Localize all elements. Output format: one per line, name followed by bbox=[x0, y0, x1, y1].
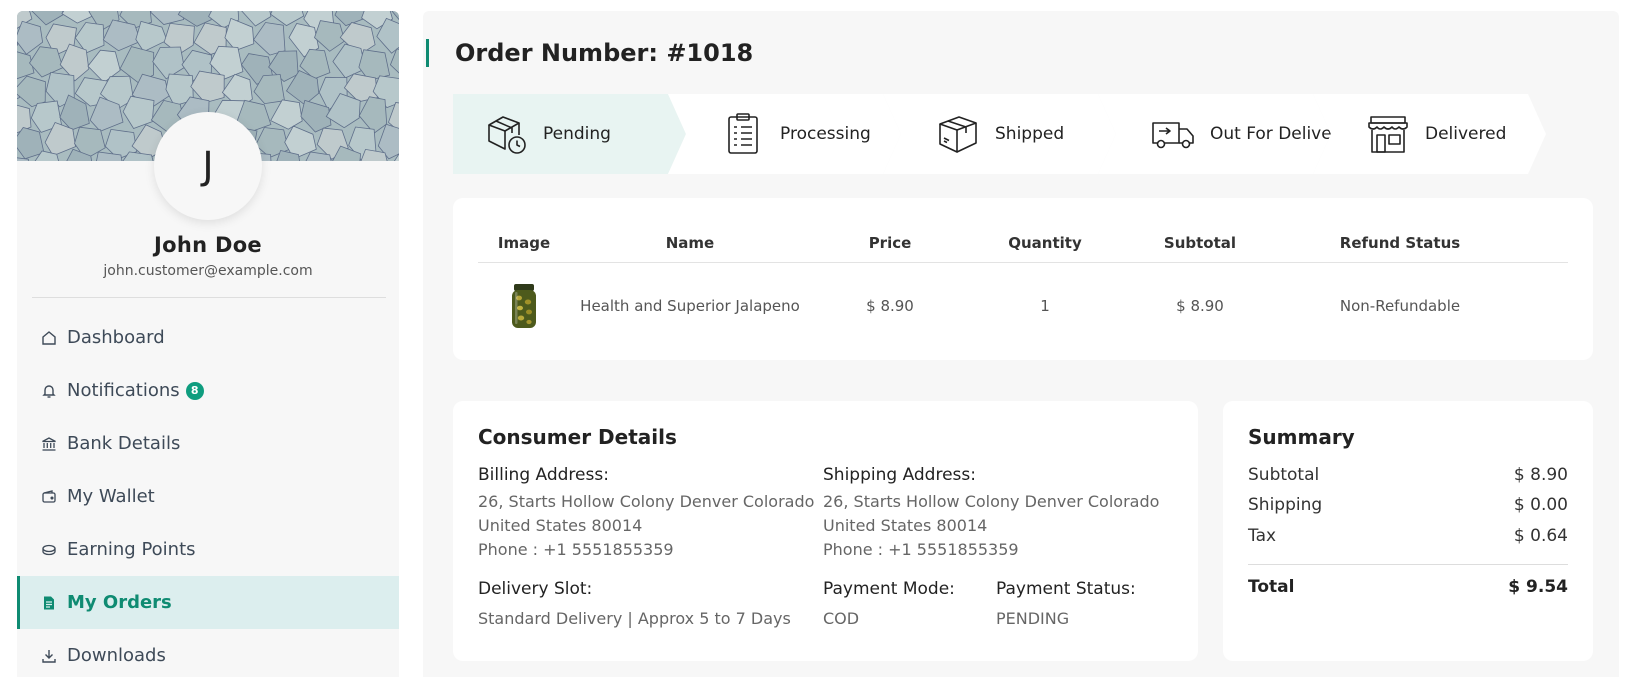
delivery-slot-label: Delivery Slot: bbox=[478, 579, 593, 599]
sidebar-item-notifications[interactable]: Notifications 8 bbox=[17, 364, 399, 417]
sidebar-item-label: Downloads bbox=[67, 645, 166, 666]
sidebar-item-label: Dashboard bbox=[67, 327, 165, 348]
summary-row-subtotal: Subtotal $ 8.90 bbox=[1248, 465, 1568, 485]
avatar[interactable]: J bbox=[154, 112, 262, 220]
summary-row-total: Total $ 9.54 bbox=[1248, 577, 1568, 597]
billing-address-label: Billing Address: bbox=[478, 465, 609, 485]
column-header-price: Price bbox=[868, 233, 912, 252]
status-step-label: Delivered bbox=[1425, 124, 1507, 144]
product-name[interactable]: Health and Superior Jalapeno bbox=[570, 263, 810, 349]
summary-row-tax: Tax $ 0.64 bbox=[1248, 526, 1568, 546]
summary-title: Summary bbox=[1248, 425, 1355, 449]
product-quantity: 1 bbox=[1040, 297, 1050, 315]
wallet-icon bbox=[41, 489, 57, 505]
shipping-address-line2: United States 80014 bbox=[823, 516, 988, 535]
delivery-slot-value: Standard Delivery | Approx 5 to 7 Days bbox=[478, 609, 791, 628]
jalapeno-jar-image bbox=[512, 284, 536, 328]
status-step-pending: Pending bbox=[453, 94, 686, 174]
status-step-label: Pending bbox=[543, 124, 611, 144]
sidebar-item-label: Bank Details bbox=[67, 433, 181, 454]
sidebar-item-earning-points[interactable]: Earning Points bbox=[17, 523, 399, 576]
box-clock-icon bbox=[483, 111, 529, 157]
status-step-shipped: Shipped bbox=[883, 94, 1116, 174]
column-header-subtotal: Subtotal bbox=[1163, 233, 1237, 252]
column-header-refund-status: Refund Status bbox=[1339, 233, 1461, 252]
order-detail-panel: Order Number: #1018 Pending Processing S… bbox=[423, 11, 1619, 677]
summary-row-shipping: Shipping $ 0.00 bbox=[1248, 495, 1568, 515]
billing-address-line2: United States 80014 bbox=[478, 516, 643, 535]
summary-subtotal-value: $ 8.90 bbox=[1513, 465, 1568, 485]
shipping-address-label: Shipping Address: bbox=[823, 465, 976, 485]
payment-mode-label: Payment Mode: bbox=[823, 579, 955, 599]
billing-address-line1: 26, Starts Hollow Colony Denver Colorado bbox=[478, 492, 815, 511]
sidebar-item-my-orders[interactable]: My Orders bbox=[17, 576, 399, 629]
summary-tax-label: Tax bbox=[1248, 526, 1277, 546]
column-header-image: Image bbox=[497, 233, 551, 252]
sidebar-divider bbox=[32, 297, 386, 298]
refund-status: Non-Refundable bbox=[1339, 297, 1461, 315]
bank-icon bbox=[41, 436, 57, 452]
avatar-initial: J bbox=[202, 144, 214, 188]
profile-name: John Doe bbox=[154, 233, 262, 257]
sidebar-item-bank-details[interactable]: Bank Details bbox=[17, 417, 399, 470]
product-thumbnail[interactable] bbox=[478, 263, 570, 349]
home-icon bbox=[41, 330, 57, 346]
sidebar-item-dashboard[interactable]: Dashboard bbox=[17, 311, 399, 364]
sidebar-item-label: My Orders bbox=[67, 592, 172, 613]
order-items-card: Image Name Price Quantity Subtotal Refun… bbox=[453, 198, 1593, 360]
package-icon bbox=[935, 111, 981, 157]
product-subtotal: $ 8.90 bbox=[1176, 297, 1224, 315]
shipping-phone: Phone : +1 5551855359 bbox=[823, 540, 1019, 559]
payment-status-value: PENDING bbox=[996, 609, 1070, 628]
download-icon bbox=[41, 648, 57, 664]
coins-icon bbox=[41, 542, 57, 558]
delivery-truck-icon bbox=[1150, 111, 1196, 157]
sidebar-item-downloads[interactable]: Downloads bbox=[17, 629, 399, 677]
summary-shipping-label: Shipping bbox=[1248, 495, 1323, 515]
sidebar-item-label: My Wallet bbox=[67, 486, 155, 507]
consumer-details-title: Consumer Details bbox=[478, 425, 677, 449]
status-step-label: Processing bbox=[780, 124, 871, 144]
bell-icon bbox=[41, 383, 57, 399]
summary-divider bbox=[1248, 564, 1568, 565]
column-header-quantity: Quantity bbox=[1008, 233, 1082, 252]
profile-email: john.customer@example.com bbox=[103, 263, 313, 279]
billing-phone: Phone : +1 5551855359 bbox=[478, 540, 674, 559]
summary-tax-value: $ 0.64 bbox=[1513, 526, 1568, 546]
summary-total-value: $ 9.54 bbox=[1508, 577, 1568, 597]
payment-mode-value: COD bbox=[823, 609, 860, 628]
order-items-table: Image Name Price Quantity Subtotal Refun… bbox=[478, 223, 1568, 349]
payment-status-label: Payment Status: bbox=[996, 579, 1136, 599]
status-step-label: Shipped bbox=[995, 124, 1065, 144]
sidebar-item-label: Earning Points bbox=[67, 539, 196, 560]
document-icon bbox=[41, 595, 57, 611]
order-status-tracker: Pending Processing Shipped Out For Deliv… bbox=[453, 94, 1593, 174]
sidebar-item-my-wallet[interactable]: My Wallet bbox=[17, 470, 399, 523]
status-step-out-for-delivery: Out For Delivery bbox=[1098, 94, 1331, 174]
storefront-icon bbox=[1365, 111, 1411, 157]
clipboard-list-icon bbox=[720, 111, 766, 157]
summary-shipping-value: $ 0.00 bbox=[1513, 495, 1568, 515]
status-step-processing: Processing bbox=[668, 94, 901, 174]
order-summary-card: Summary Subtotal $ 8.90 Shipping $ 0.00 … bbox=[1223, 401, 1593, 661]
summary-subtotal-label: Subtotal bbox=[1248, 465, 1320, 485]
consumer-details-card: Consumer Details Billing Address: 26, St… bbox=[453, 401, 1198, 661]
profile-sidebar: J John Doe john.customer@example.com Das… bbox=[17, 11, 399, 677]
table-header-row: Image Name Price Quantity Subtotal Refun… bbox=[478, 223, 1568, 263]
shipping-address-line1: 26, Starts Hollow Colony Denver Colorado bbox=[823, 492, 1160, 511]
summary-total-label: Total bbox=[1248, 577, 1295, 597]
page-title: Order Number: #1018 bbox=[426, 39, 753, 67]
sidebar-menu: Dashboard Notifications 8 Bank Details M… bbox=[17, 311, 399, 677]
sidebar-item-label: Notifications bbox=[67, 380, 180, 401]
status-step-delivered: Delivered bbox=[1313, 94, 1546, 174]
column-header-name: Name bbox=[665, 233, 715, 252]
notification-count-badge: 8 bbox=[185, 381, 204, 400]
product-price: $ 8.90 bbox=[866, 297, 914, 315]
table-row: Health and Superior Jalapeno $ 8.90 1 $ … bbox=[478, 263, 1568, 349]
